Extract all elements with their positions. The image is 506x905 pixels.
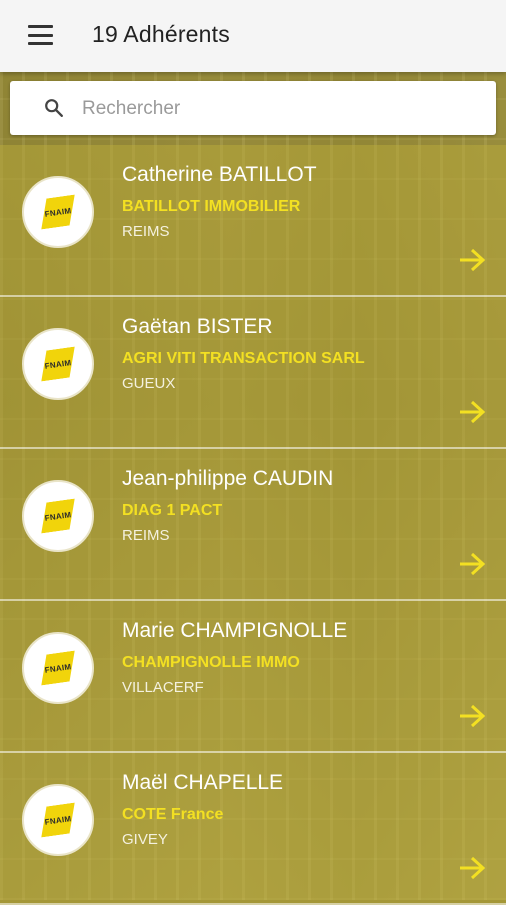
search-bar — [10, 81, 496, 135]
logo-text: FNAIM — [44, 357, 72, 371]
list-item[interactable]: FNAIM Marie CHAMPIGNOLLE CHAMPIGNOLLE IM… — [0, 601, 506, 753]
member-name: Marie CHAMPIGNOLLE — [122, 619, 348, 642]
logo-text: FNAIM — [44, 205, 72, 219]
member-name: Catherine BATILLOT — [122, 163, 317, 186]
fnaim-logo: FNAIM — [37, 195, 79, 230]
fnaim-logo: FNAIM — [37, 651, 79, 686]
fnaim-logo: FNAIM — [37, 499, 79, 534]
member-company: AGRI VITI TRANSACTION SARL — [122, 350, 365, 367]
avatar: FNAIM — [22, 176, 94, 248]
avatar: FNAIM — [22, 784, 94, 856]
logo-text: FNAIM — [44, 509, 72, 523]
logo-text: FNAIM — [44, 661, 72, 675]
fnaim-logo: FNAIM — [37, 347, 79, 382]
member-list: FNAIM Catherine BATILLOT BATILLOT IMMOBI… — [0, 145, 506, 905]
arrow-right-icon[interactable] — [458, 703, 486, 729]
page-title: 19 Adhérents — [92, 21, 230, 47]
list-item[interactable]: FNAIM Catherine BATILLOT BATILLOT IMMOBI… — [0, 145, 506, 297]
member-name: Jean-philippe CAUDIN — [122, 467, 334, 490]
list-item[interactable]: FNAIM Jean-philippe CAUDIN DIAG 1 PACT R… — [0, 449, 506, 601]
member-city: GIVEY — [122, 831, 168, 848]
avatar: FNAIM — [22, 632, 94, 704]
member-city: REIMS — [122, 223, 170, 240]
member-city: VILLACERF — [122, 679, 204, 696]
fnaim-logo: FNAIM — [37, 803, 79, 838]
menu-icon[interactable] — [28, 25, 53, 45]
avatar: FNAIM — [22, 328, 94, 400]
arrow-right-icon[interactable] — [458, 399, 486, 425]
arrow-right-icon[interactable] — [458, 551, 486, 577]
member-city: REIMS — [122, 527, 170, 544]
avatar: FNAIM — [22, 480, 94, 552]
search-icon[interactable] — [43, 97, 65, 119]
member-name: Gaëtan BISTER — [122, 315, 273, 338]
list-item[interactable]: FNAIM Maël CHAPELLE COTE France GIVEY — [0, 753, 506, 905]
member-city: GUEUX — [122, 375, 176, 392]
arrow-right-icon[interactable] — [458, 247, 486, 273]
search-input[interactable] — [80, 89, 484, 129]
member-company: BATILLOT IMMOBILIER — [122, 198, 301, 215]
member-name: Maël CHAPELLE — [122, 771, 284, 794]
app-bar: 19 Adhérents — [0, 0, 506, 72]
list-item[interactable]: FNAIM Gaëtan BISTER AGRI VITI TRANSACTIO… — [0, 297, 506, 449]
logo-text: FNAIM — [44, 813, 72, 827]
arrow-right-icon[interactable] — [458, 855, 486, 881]
member-company: DIAG 1 PACT — [122, 502, 223, 519]
member-company: CHAMPIGNOLLE IMMO — [122, 654, 300, 671]
member-company: COTE France — [122, 806, 224, 823]
